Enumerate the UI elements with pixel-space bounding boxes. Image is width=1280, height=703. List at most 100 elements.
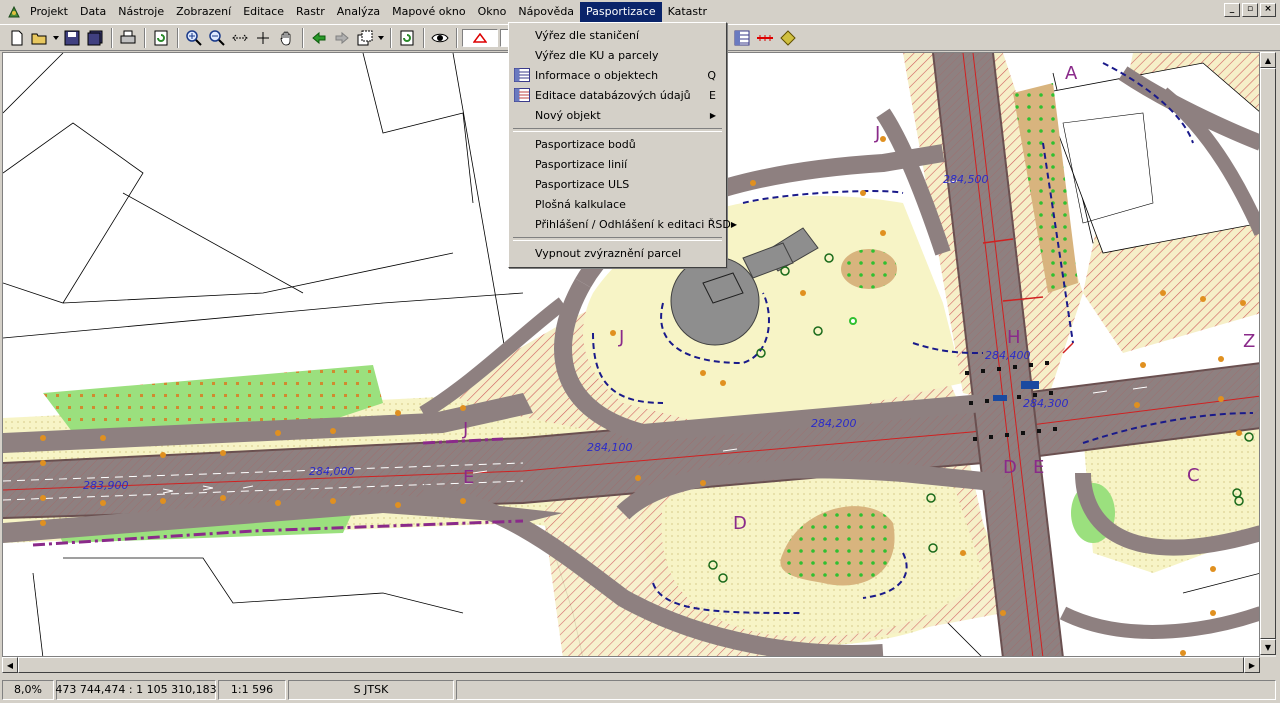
info-table-icon[interactable]	[731, 27, 753, 49]
menu-pasportizace[interactable]: Pasportizace	[580, 2, 662, 22]
shortcut-label: E	[709, 88, 716, 102]
zone-label: E	[1033, 457, 1044, 478]
zone-label: Z	[1243, 331, 1255, 352]
scroll-thumb[interactable]	[18, 657, 1244, 673]
menu-katastr[interactable]: Katastr	[662, 2, 713, 22]
zoom-out-icon[interactable]	[206, 27, 228, 49]
zone-label: H	[1007, 327, 1021, 348]
toolbar-separator	[390, 27, 392, 48]
close-button[interactable]: ×	[1260, 3, 1276, 17]
menu-separator	[511, 125, 724, 134]
submenu-arrow-icon: ▶	[730, 219, 738, 229]
forward-arrow-icon[interactable]	[331, 27, 353, 49]
menu-item-label: Výřez dle staničení	[535, 28, 640, 42]
print-icon[interactable]	[117, 27, 139, 49]
station-label: 283,900	[83, 479, 129, 492]
edit-table-icon	[514, 88, 530, 102]
menu-item-informace-o-objektech[interactable]: Informace o objektech Q	[511, 65, 724, 85]
menu-analyza[interactable]: Analýza	[331, 2, 386, 22]
menu-item-editace-databazovych-udaju[interactable]: Editace databázových údajů E	[511, 85, 724, 105]
zone-label: D	[733, 513, 747, 534]
menu-editace[interactable]: Editace	[237, 2, 290, 22]
measure-icon[interactable]	[754, 27, 776, 49]
layers-icon[interactable]	[354, 27, 376, 49]
menu-item-pasportizace-linii[interactable]: Pasportizace linií	[511, 154, 724, 174]
menu-napoveda[interactable]: Nápověda	[512, 2, 580, 22]
toolbar-separator	[144, 27, 146, 48]
menu-okno[interactable]: Okno	[472, 2, 513, 22]
scroll-up-button[interactable]: ▲	[1260, 52, 1276, 68]
menu-zobrazeni[interactable]: Zobrazení	[170, 2, 237, 22]
cursor-coordinates: 473 744,474 : 1 105 310,183	[55, 679, 217, 700]
menu-item-label: Pasportizace bodů	[535, 137, 636, 151]
menu-item-label: Plošná kalkulace	[535, 197, 626, 211]
toolbar-separator	[302, 27, 304, 48]
refresh-icon[interactable]	[150, 27, 172, 49]
open-folder-icon[interactable]	[29, 27, 51, 49]
menu-item-pasportizace-bodu[interactable]: Pasportizace bodů	[511, 134, 724, 154]
dropdown-arrow-icon[interactable]	[377, 27, 385, 49]
horizontal-scrollbar[interactable]: ◀ ▶	[2, 657, 1260, 673]
map-scale: 1:1 596	[218, 679, 286, 700]
menu-item-label: Vypnout zvýraznění parcel	[535, 246, 682, 260]
menu-item-label: Výřez dle KU a parcely	[535, 48, 659, 62]
toolbar-separator	[423, 27, 425, 48]
app-icon[interactable]	[4, 3, 24, 21]
menu-item-plosna-kalkulace[interactable]: Plošná kalkulace	[511, 194, 724, 214]
zoom-level: 8,0%	[2, 679, 54, 700]
window-controls: _ ▫ ×	[1224, 3, 1276, 17]
zone-label: C	[1187, 465, 1200, 486]
scroll-left-button[interactable]: ◀	[2, 657, 18, 673]
menu-item-vyrez-dle-ku[interactable]: Výřez dle KU a parcely	[511, 45, 724, 65]
menu-item-prihlaseni-odhlaseni[interactable]: Přihlášení / Odhlášení k editaci ŘSD ▶	[511, 214, 737, 234]
back-arrow-icon[interactable]	[308, 27, 330, 49]
menu-nastroje[interactable]: Nástroje	[112, 2, 170, 22]
menu-item-pasportizace-uls[interactable]: Pasportizace ULS	[511, 174, 724, 194]
pan-hand-icon[interactable]	[275, 27, 297, 49]
restore-button[interactable]: ▫	[1242, 3, 1258, 17]
menu-item-novy-objekt[interactable]: Nový objekt ▶	[511, 105, 724, 125]
menu-bar: Projekt Data Nástroje Zobrazení Editace …	[0, 0, 1280, 24]
shortcut-label: Q	[707, 68, 716, 82]
zone-label: J	[874, 123, 880, 144]
dropdown-arrow-icon[interactable]	[52, 27, 60, 49]
menu-item-label: Přihlášení / Odhlášení k editaci ŘSD	[535, 217, 731, 231]
menu-projekt[interactable]: Projekt	[24, 2, 74, 22]
menu-item-label: Informace o objektech	[535, 68, 659, 82]
menu-data[interactable]: Data	[74, 2, 112, 22]
station-label: 284,000	[309, 465, 355, 478]
zoom-in-icon[interactable]	[183, 27, 205, 49]
new-file-icon[interactable]	[6, 27, 28, 49]
menu-item-label: Nový objekt	[535, 108, 601, 122]
scroll-thumb[interactable]	[1260, 68, 1276, 639]
menu-item-vyrez-dle-staniceni[interactable]: Výřez dle staničení	[511, 25, 724, 45]
scroll-right-button[interactable]: ▶	[1244, 657, 1260, 673]
menu-item-vypnout-zvyrazneni[interactable]: Vypnout zvýraznění parcel	[511, 243, 724, 263]
station-label: 284,100	[587, 441, 633, 454]
menu-rastr[interactable]: Rastr	[290, 2, 331, 22]
toolbar-separator	[111, 27, 113, 48]
zone-label: E	[463, 467, 474, 488]
coordinate-system: S JTSK	[288, 679, 454, 700]
view-eye-icon[interactable]	[429, 27, 451, 49]
status-message	[456, 679, 1276, 700]
save-icon[interactable]	[61, 27, 83, 49]
toolbar-separator	[177, 27, 179, 48]
symbol-field[interactable]	[462, 28, 498, 47]
minimize-button[interactable]: _	[1224, 3, 1240, 17]
scroll-down-button[interactable]: ▼	[1260, 639, 1276, 655]
center-icon[interactable]	[252, 27, 274, 49]
select-icon[interactable]	[396, 27, 418, 49]
vertical-scrollbar[interactable]: ▲ ▼	[1260, 52, 1276, 657]
diamond-icon[interactable]	[777, 27, 799, 49]
menu-separator	[511, 234, 724, 243]
station-label: 284,300	[1023, 397, 1069, 410]
zoom-extent-icon[interactable]	[229, 27, 251, 49]
status-bar: 8,0% 473 744,474 : 1 105 310,183 1:1 596…	[0, 676, 1280, 703]
menu-mapove-okno[interactable]: Mapové okno	[386, 2, 472, 22]
save-all-icon[interactable]	[84, 27, 106, 49]
station-label: 284,400	[985, 349, 1031, 362]
pasportizace-dropdown: Výřez dle staničení Výřez dle KU a parce…	[508, 22, 737, 268]
zone-label: D	[1003, 457, 1017, 478]
station-label: 284,200	[811, 417, 857, 430]
